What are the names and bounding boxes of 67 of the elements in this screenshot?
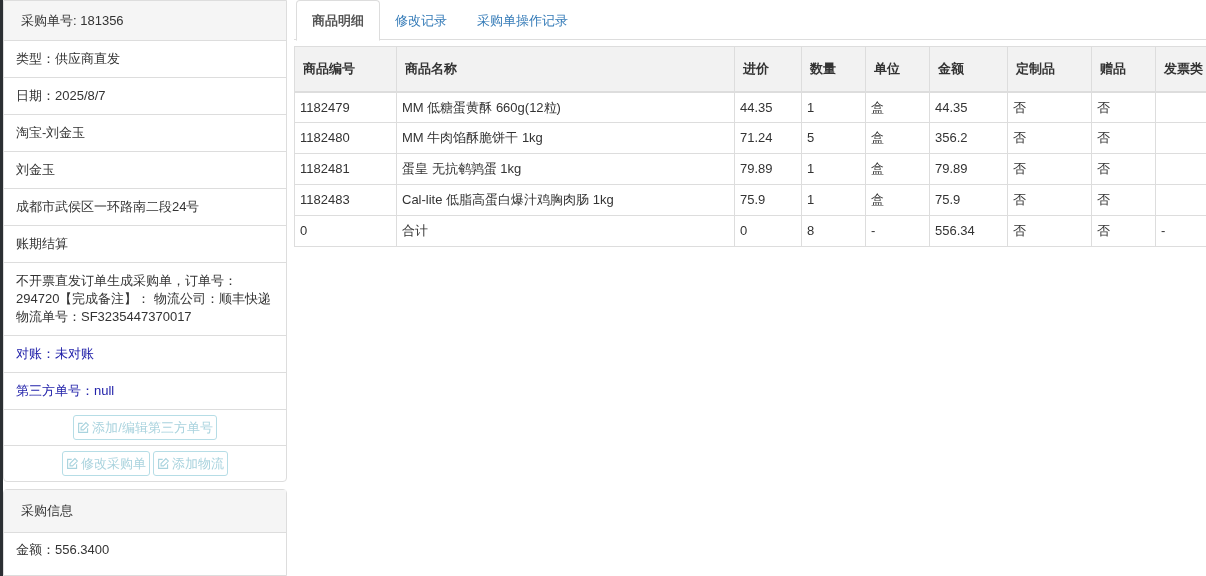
table-cell: 75.9 <box>929 184 1008 216</box>
table-cell: 否 <box>1007 184 1092 216</box>
table-cell: 1 <box>801 184 866 216</box>
table-cell: 71.24 <box>734 122 802 154</box>
table-cell: 盒 <box>865 91 930 123</box>
table-cell: 否 <box>1091 215 1156 247</box>
table-cell: 79.89 <box>734 153 802 185</box>
tab[interactable]: 采购单操作记录 <box>462 0 583 41</box>
info-text: 账期结算 <box>16 236 68 251</box>
table-cell: 1182481 <box>294 153 397 185</box>
info-text: 成都市武侯区一环路南二段24号 <box>16 199 200 214</box>
table-cell: MM 低糖蛋黄酥 660g(12粒) <box>396 91 735 123</box>
column-header: 进价 <box>734 46 802 92</box>
table-cell: 合计 <box>396 215 735 247</box>
table-cell: 否 <box>1091 153 1156 185</box>
info-text: 金额：556.3400 <box>16 542 110 557</box>
table-cell: 44.35 <box>929 91 1008 123</box>
table-cell: 356.2 <box>929 122 1008 154</box>
table-cell: 1182480 <box>294 122 397 154</box>
column-header: 赠品 <box>1091 46 1156 92</box>
table-cell: 盒 <box>865 153 930 185</box>
table-cell: 79.89 <box>929 153 1008 185</box>
table-cell: 556.34 <box>929 215 1008 247</box>
column-header: 商品编号 <box>294 46 397 92</box>
table-cell: 盒 <box>865 184 930 216</box>
table-cell: 0 <box>734 215 802 247</box>
table-cell: 1 <box>801 91 866 123</box>
edit-icon <box>157 457 170 470</box>
info-text: 第三方单号：null <box>16 383 115 398</box>
info-text: 刘金玉 <box>16 162 55 177</box>
table-cell: 1 <box>801 153 866 185</box>
column-header: 商品名称 <box>396 46 735 92</box>
column-header: 发票类 <box>1155 46 1206 92</box>
table-cell: 否 <box>1007 122 1092 154</box>
info-text: 日期：2025/8/7 <box>16 88 106 103</box>
table-cell: 否 <box>1007 91 1092 123</box>
panel-title: 采购单号: 181356 <box>21 11 124 30</box>
table-cell: 蛋皇 无抗鹌鹑蛋 1kg <box>396 153 735 185</box>
table-cell: 否 <box>1091 91 1156 123</box>
table-cell: Cal-lite 低脂高蛋白爆汁鸡胸肉肠 1kg <box>396 184 735 216</box>
table-cell: 否 <box>1007 215 1092 247</box>
table-cell: 1182483 <box>294 184 397 216</box>
table-cell: - <box>865 215 930 247</box>
edit-icon <box>77 421 91 434</box>
table-cell: 盒 <box>865 122 930 154</box>
column-header: 金额 <box>929 46 1008 92</box>
info-text: 淘宝-刘金玉 <box>16 125 86 140</box>
edit-icon <box>66 457 79 470</box>
table-cell: 否 <box>1091 184 1156 216</box>
table-cell: 否 <box>1007 153 1092 185</box>
column-header: 定制品 <box>1007 46 1092 92</box>
table-cell: 75.9 <box>734 184 802 216</box>
info-text: 对账：未对账 <box>16 346 94 361</box>
table-cell: 1182479 <box>294 91 397 123</box>
info-text: 不开票直发订单生成采购单，订单号：294720【完成备注】： 物流公司：顺丰快递物流单号：SF3235447370017 <box>16 273 271 324</box>
tab[interactable]: 修改记录 <box>380 0 462 41</box>
info-text: 类型：供应商直发 <box>16 51 120 66</box>
table-cell: 8 <box>801 215 866 247</box>
column-header: 单位 <box>865 46 930 92</box>
table-cell: 否 <box>1091 122 1156 154</box>
table-cell: 44.35 <box>734 91 802 123</box>
table-cell: 5 <box>801 122 866 154</box>
tab[interactable]: 商品明细 <box>296 0 380 41</box>
column-header: 数量 <box>801 46 866 92</box>
table-cell: MM 牛肉馅酥脆饼干 1kg <box>396 122 735 154</box>
panel-title: 采购信息 <box>21 502 73 521</box>
table-cell: 0 <box>294 215 397 247</box>
